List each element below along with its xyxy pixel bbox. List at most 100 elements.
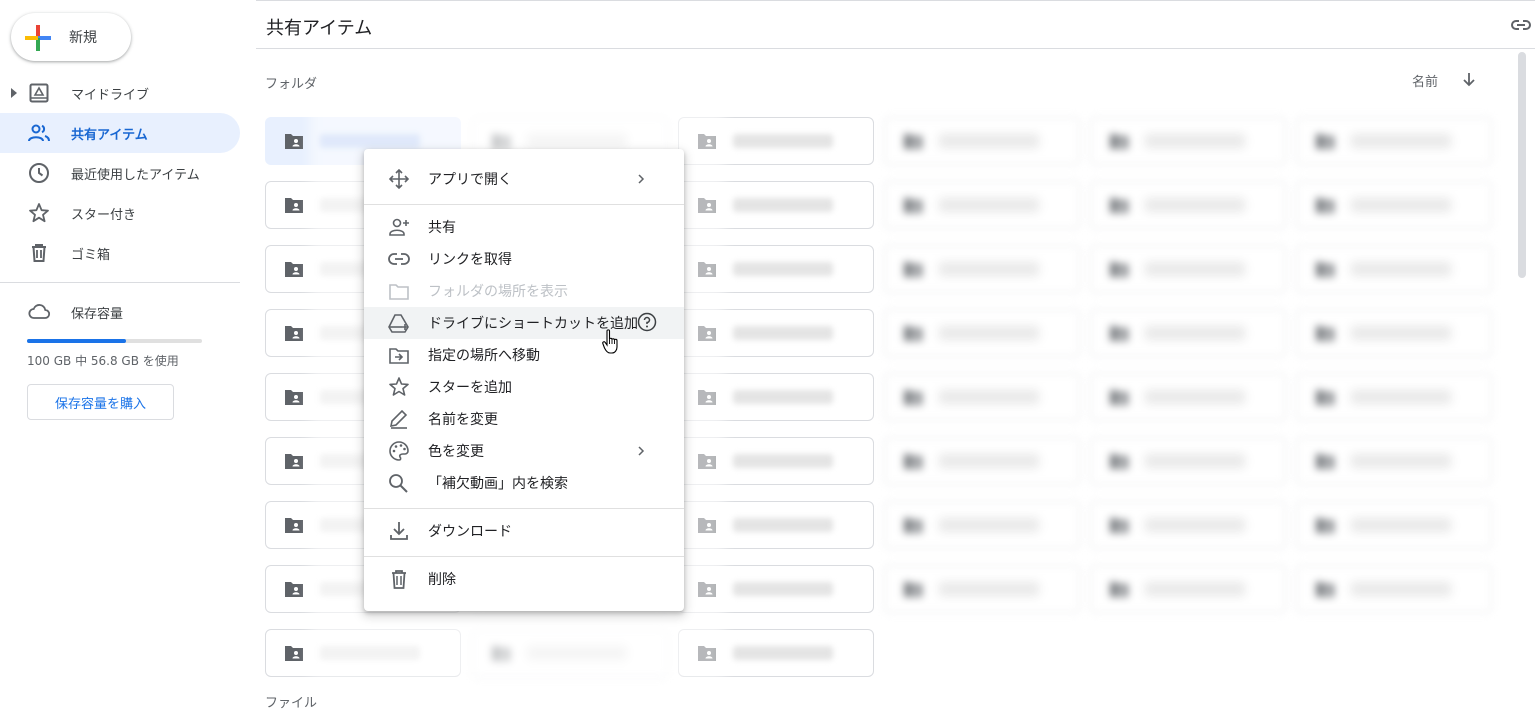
new-button[interactable]: 新規 <box>11 13 131 61</box>
menu-item-get-link[interactable]: リンクを取得 <box>364 243 684 275</box>
folder-tile[interactable] <box>1296 373 1492 421</box>
folder-tile[interactable] <box>1090 373 1286 421</box>
shared-folder-icon <box>284 260 304 282</box>
shared-folder-icon <box>1315 324 1335 346</box>
menu-item-share[interactable]: 共有 <box>364 211 684 243</box>
folder-tile[interactable] <box>1296 245 1492 293</box>
chevron-right-icon <box>638 174 645 184</box>
folder-tile[interactable] <box>1296 117 1492 165</box>
new-button-label: 新規 <box>69 30 97 46</box>
sidebar-item-my-drive[interactable]: マイドライブ <box>0 73 240 113</box>
shared-folder-icon <box>1109 580 1129 602</box>
menu-item-label: ダウンロード <box>428 524 512 540</box>
folder-tile[interactable] <box>1090 437 1286 485</box>
sidebar: 新規 マイドライブ 共有アイテム 最近使用したアイテム スター付き ゴミ箱 保存… <box>0 0 256 703</box>
storage-usage-text: 100 GB 中 56.8 GB を使用 <box>27 354 179 368</box>
files-section-label: ファイル <box>265 696 318 711</box>
sidebar-item-label: スター付き <box>71 207 137 223</box>
menu-item-change-color[interactable]: 色を変更 <box>364 435 684 467</box>
shared-folder-icon <box>1109 324 1129 346</box>
shared-folder-icon <box>1315 196 1335 218</box>
my-drive-icon <box>29 83 49 103</box>
folder-tile[interactable] <box>1090 501 1286 549</box>
menu-item-move-to[interactable]: 指定の場所へ移動 <box>364 339 684 371</box>
folder-tile[interactable] <box>884 437 1080 485</box>
folder-name-blurred <box>1145 134 1245 148</box>
shared-folder-icon <box>1109 452 1129 474</box>
menu-item-add-star[interactable]: スターを追加 <box>364 371 684 403</box>
move-to-folder-icon <box>389 348 409 364</box>
sidebar-divider <box>0 282 240 283</box>
buy-storage-button[interactable]: 保存容量を購入 <box>27 384 174 420</box>
folder-tile[interactable] <box>1090 245 1286 293</box>
folder-tile[interactable] <box>1090 309 1286 357</box>
link-icon[interactable] <box>1509 13 1533 37</box>
shared-folder-icon <box>903 388 923 410</box>
folder-name-blurred <box>1145 262 1245 276</box>
shared-folder-icon <box>1109 516 1129 538</box>
folder-name-blurred <box>939 454 1039 468</box>
shared-folder-icon <box>1109 132 1129 154</box>
menu-item-show-folder-location: フォルダの場所を表示 <box>364 275 684 307</box>
folder-name-blurred <box>1145 198 1245 212</box>
person-add-icon <box>389 218 409 236</box>
folder-name-blurred <box>733 518 833 532</box>
header-divider <box>256 48 1535 49</box>
folder-tile[interactable] <box>1296 437 1492 485</box>
sidebar-item-starred[interactable]: スター付き <box>0 193 240 233</box>
menu-item-label: 色を変更 <box>428 444 484 460</box>
folder-name-blurred <box>733 134 833 148</box>
arrow-down-icon[interactable] <box>1459 69 1479 89</box>
folder-tile[interactable] <box>884 181 1080 229</box>
folder-name-blurred <box>1145 326 1245 340</box>
sidebar-item-trash[interactable]: ゴミ箱 <box>0 233 240 273</box>
folder-tile[interactable] <box>884 501 1080 549</box>
shared-folder-icon <box>903 580 923 602</box>
menu-item-rename[interactable]: 名前を変更 <box>364 403 684 435</box>
menu-item-search-within[interactable]: 「補欠動画」内を検索 <box>364 467 684 499</box>
folder-tile[interactable] <box>1296 309 1492 357</box>
shared-folder-icon <box>903 196 923 218</box>
pencil-icon <box>389 409 408 429</box>
expand-caret-icon[interactable] <box>11 88 17 98</box>
folder-tile[interactable] <box>1090 565 1286 613</box>
folder-name-blurred <box>1351 518 1451 532</box>
folder-tile[interactable] <box>884 245 1080 293</box>
plus-icon <box>25 25 51 51</box>
sidebar-item-storage[interactable]: 保存容量 <box>0 291 240 331</box>
chevron-right-icon <box>638 446 645 456</box>
shared-folder-icon <box>1315 388 1335 410</box>
menu-item-download[interactable]: ダウンロード <box>364 515 684 547</box>
sidebar-item-recent[interactable]: 最近使用したアイテム <box>0 153 240 193</box>
menu-item-add-shortcut[interactable]: ドライブにショートカットを追加 <box>364 307 684 339</box>
menu-item-label: 指定の場所へ移動 <box>428 348 540 364</box>
sidebar-item-label: マイドライブ <box>71 87 150 103</box>
folder-name-blurred <box>733 454 833 468</box>
page-title: 共有アイテム <box>266 18 373 39</box>
sort-by-name-button[interactable]: 名前 <box>1412 71 1438 90</box>
folder-tile[interactable] <box>884 565 1080 613</box>
scrollbar-thumb[interactable] <box>1518 52 1526 278</box>
sidebar-item-shared[interactable]: 共有アイテム <box>0 113 240 153</box>
shared-people-icon <box>28 124 50 142</box>
folder-tile[interactable] <box>884 117 1080 165</box>
menu-item-open-with[interactable]: アプリで開く <box>364 163 684 195</box>
folder-tile[interactable] <box>1296 181 1492 229</box>
folder-outline-icon <box>389 284 409 300</box>
folder-name-blurred <box>733 390 833 404</box>
folder-tile[interactable] <box>1296 501 1492 549</box>
folder-tile[interactable] <box>1296 565 1492 613</box>
shared-folder-icon <box>1315 580 1335 602</box>
folder-tile[interactable] <box>884 373 1080 421</box>
menu-item-delete[interactable]: 削除 <box>364 563 684 595</box>
sidebar-item-label: 最近使用したアイテム <box>71 167 200 183</box>
folder-tile[interactable] <box>1090 181 1286 229</box>
folder-name-blurred <box>1145 582 1245 596</box>
help-icon[interactable] <box>637 312 657 332</box>
star-outline-icon <box>389 377 409 396</box>
sidebar-item-label: ゴミ箱 <box>71 247 111 263</box>
shared-folder-icon <box>1315 132 1335 154</box>
folder-tile[interactable] <box>884 309 1080 357</box>
folder-tile[interactable] <box>1090 117 1286 165</box>
menu-divider <box>364 556 684 557</box>
